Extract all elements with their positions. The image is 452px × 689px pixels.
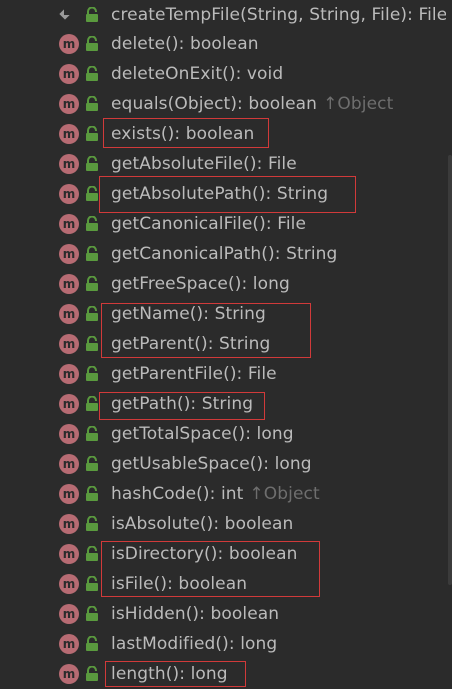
list-item-isDirectory[interactable]: m isDirectory(): boolean xyxy=(0,539,452,569)
scrollbar-thumb[interactable] xyxy=(448,155,452,585)
method-label: getPath(): String xyxy=(111,394,254,414)
list-item-exists[interactable]: m exists(): boolean xyxy=(0,119,452,149)
method-label: getUsableSpace(): long xyxy=(111,454,312,474)
method-icon: m xyxy=(59,544,79,564)
list-item-getCanonicalFile[interactable]: m getCanonicalFile(): File xyxy=(0,209,452,239)
method-label: getFreeSpace(): long xyxy=(111,274,290,294)
method-label: isHidden(): boolean xyxy=(111,604,280,624)
method-icon: m xyxy=(59,304,79,324)
method-label: isAbsolute(): boolean xyxy=(111,514,294,534)
method-icon: m xyxy=(59,484,79,504)
method-icon: m xyxy=(59,394,79,414)
method-list: createTempFile(String, String, File): Fi… xyxy=(0,0,452,689)
public-lock-icon xyxy=(85,95,99,112)
method-label: getParent(): String xyxy=(111,334,271,354)
public-lock-icon xyxy=(85,35,99,52)
public-lock-icon xyxy=(85,425,99,442)
list-item-createTempFile[interactable]: createTempFile(String, String, File): Fi… xyxy=(0,0,452,29)
method-icon: m xyxy=(59,244,79,264)
structure-popup: createTempFile(String, String, File): Fi… xyxy=(0,0,452,689)
list-item-getCanonicalPath[interactable]: m getCanonicalPath(): String xyxy=(0,239,452,269)
public-lock-icon xyxy=(85,635,99,652)
method-label: deleteOnExit(): void xyxy=(111,64,284,84)
method-label: lastModified(): long xyxy=(111,634,278,654)
public-lock-icon xyxy=(85,275,99,292)
public-lock-icon xyxy=(85,335,99,352)
method-label: getCanonicalPath(): String xyxy=(111,244,338,264)
list-item-getName[interactable]: m getName(): String xyxy=(0,299,452,329)
public-lock-icon xyxy=(85,245,99,262)
public-lock-icon xyxy=(85,125,99,142)
method-label: length(): long xyxy=(111,664,228,684)
method-label: getAbsoluteFile(): File xyxy=(111,154,297,174)
method-icon: m xyxy=(59,94,79,114)
method-icon: m xyxy=(59,634,79,654)
method-icon: m xyxy=(59,574,79,594)
method-label: createTempFile(String, String, File): Fi… xyxy=(111,4,448,25)
method-label: isDirectory(): boolean xyxy=(111,544,298,564)
list-item-getParentFile[interactable]: m getParentFile(): File xyxy=(0,359,452,389)
static-method-icon xyxy=(58,6,72,20)
method-label: getParentFile(): File xyxy=(111,364,277,384)
public-lock-icon xyxy=(85,515,99,532)
method-icon: m xyxy=(59,514,79,534)
public-lock-icon xyxy=(85,575,99,592)
inherited-from: ↑Object xyxy=(249,484,320,504)
method-label: getCanonicalFile(): File xyxy=(111,214,307,234)
method-label: delete(): boolean xyxy=(111,34,259,54)
method-label: exists(): boolean xyxy=(111,124,255,144)
list-item-getPath[interactable]: m getPath(): String xyxy=(0,389,452,419)
public-lock-icon xyxy=(85,65,99,82)
public-lock-icon xyxy=(85,365,99,382)
list-item-isAbsolute[interactable]: m isAbsolute(): boolean xyxy=(0,509,452,539)
method-icon: m xyxy=(59,124,79,144)
method-icon: m xyxy=(59,274,79,294)
public-lock-icon xyxy=(85,305,99,322)
list-item-getAbsoluteFile[interactable]: m getAbsoluteFile(): File xyxy=(0,149,452,179)
list-item-getUsableSpace[interactable]: m getUsableSpace(): long xyxy=(0,449,452,479)
list-item-isHidden[interactable]: m isHidden(): boolean xyxy=(0,599,452,629)
method-label: getTotalSpace(): long xyxy=(111,424,294,444)
method-label: getAbsolutePath(): String xyxy=(111,184,329,204)
method-icon: m xyxy=(59,454,79,474)
inherited-from: ↑Object xyxy=(323,94,394,114)
public-lock-icon xyxy=(85,605,99,622)
public-lock-icon xyxy=(85,215,99,232)
list-item-isFile[interactable]: m isFile(): boolean xyxy=(0,569,452,599)
method-icon: m xyxy=(59,214,79,234)
public-lock-icon xyxy=(85,455,99,472)
public-lock-icon xyxy=(85,185,99,202)
list-item-equals[interactable]: m equals(Object): boolean ↑Object xyxy=(0,89,452,119)
list-item-lastModified[interactable]: m lastModified(): long xyxy=(0,629,452,659)
list-item-deleteOnExit[interactable]: m deleteOnExit(): void xyxy=(0,59,452,89)
scrollbar-track[interactable] xyxy=(446,0,452,689)
list-item-hashCode[interactable]: m hashCode(): int ↑Object xyxy=(0,479,452,509)
method-icon: m xyxy=(59,604,79,624)
method-label: equals(Object): boolean xyxy=(111,94,318,114)
public-lock-icon xyxy=(85,155,99,172)
public-lock-icon xyxy=(85,6,99,23)
list-item-getAbsolutePath[interactable]: m getAbsolutePath(): String xyxy=(0,179,452,209)
list-item-length[interactable]: m length(): long xyxy=(0,659,452,689)
method-label: getName(): String xyxy=(111,304,266,324)
public-lock-icon xyxy=(85,545,99,562)
public-lock-icon xyxy=(85,485,99,502)
list-item-getTotalSpace[interactable]: m getTotalSpace(): long xyxy=(0,419,452,449)
method-icon: m xyxy=(59,64,79,84)
method-icon: m xyxy=(59,34,79,54)
public-lock-icon xyxy=(85,395,99,412)
method-icon: m xyxy=(59,154,79,174)
list-item-getParent[interactable]: m getParent(): String xyxy=(0,329,452,359)
method-icon: m xyxy=(59,184,79,204)
list-item-delete[interactable]: m delete(): boolean xyxy=(0,29,452,59)
method-label: hashCode(): int xyxy=(111,484,244,504)
method-icon: m xyxy=(59,424,79,444)
method-icon: m xyxy=(59,364,79,384)
public-lock-icon xyxy=(85,665,99,682)
method-icon: m xyxy=(59,664,79,684)
method-label: isFile(): boolean xyxy=(111,574,248,594)
method-icon: m xyxy=(59,334,79,354)
list-item-getFreeSpace[interactable]: m getFreeSpace(): long xyxy=(0,269,452,299)
